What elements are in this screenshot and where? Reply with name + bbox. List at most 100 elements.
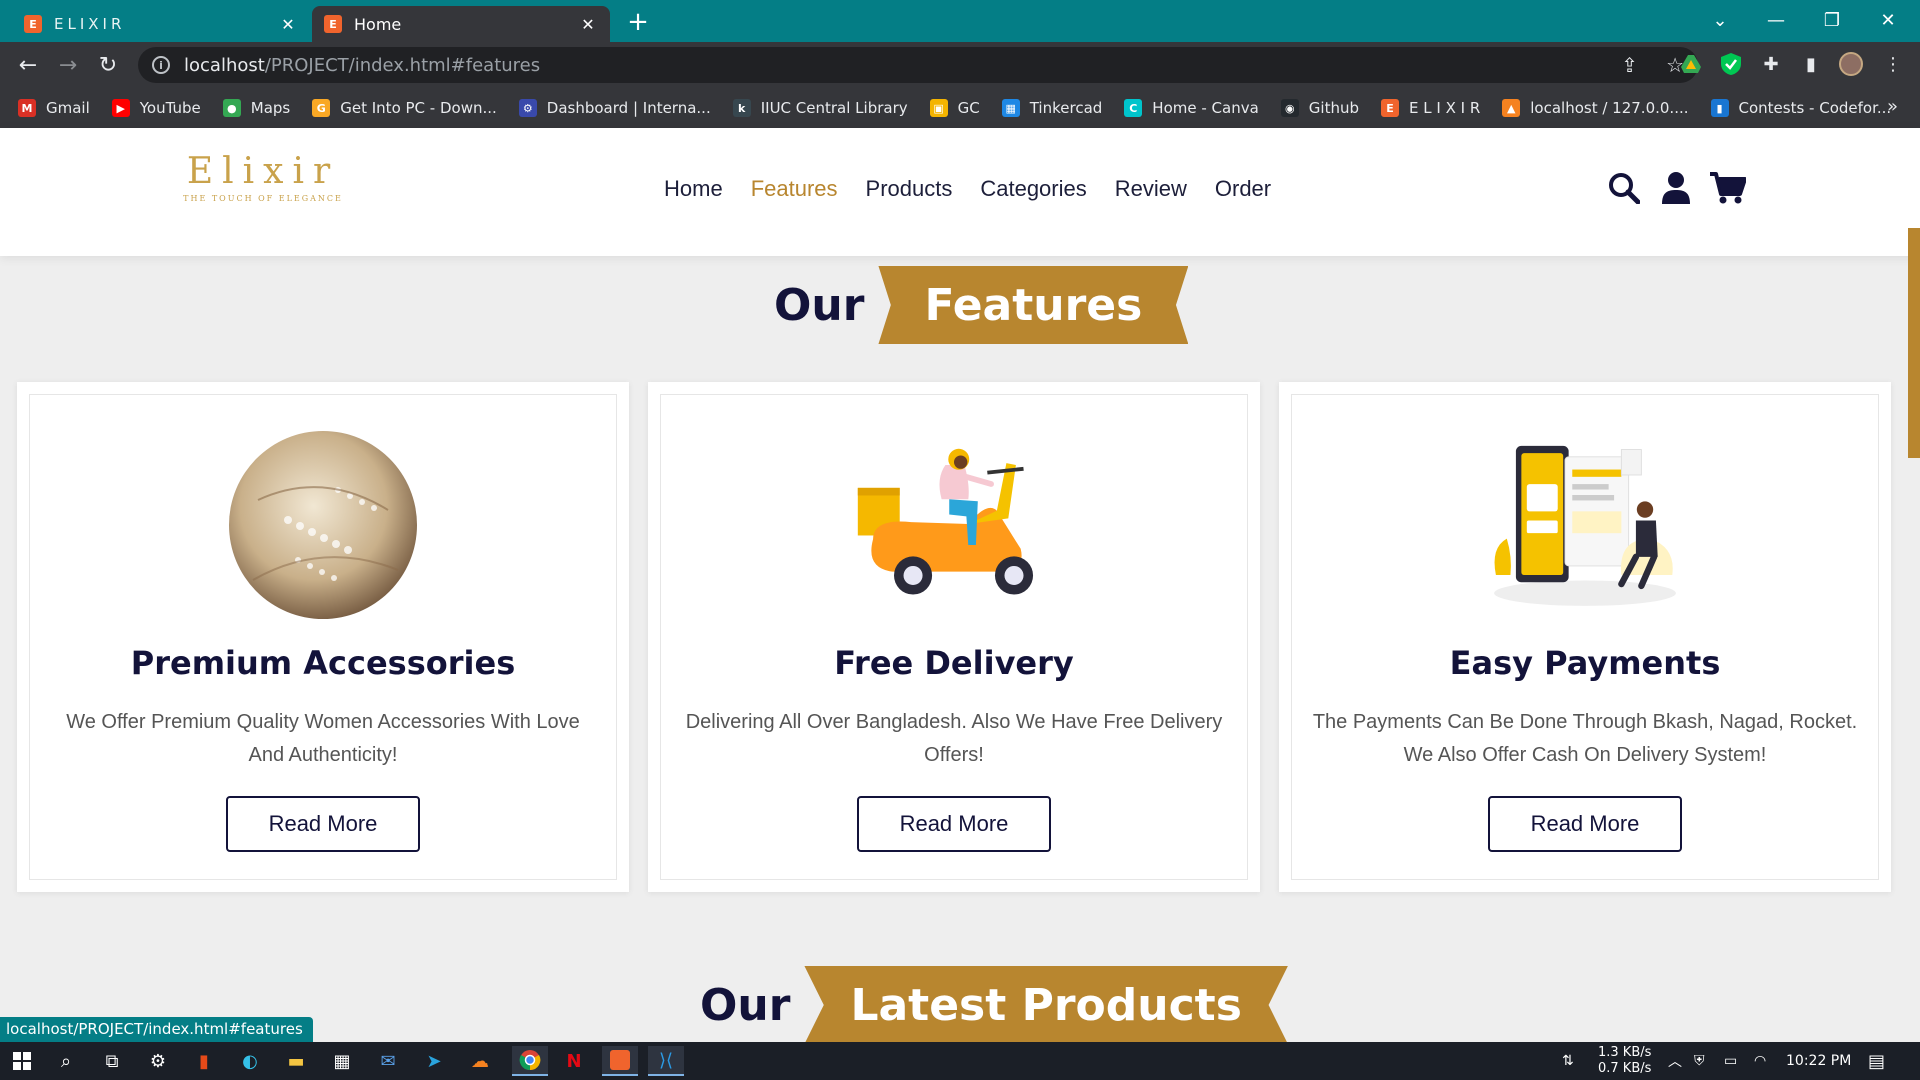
heading-ribbon: Latest Products bbox=[804, 966, 1288, 1044]
bookmark-item[interactable]: ▮ Contests - Codefor... bbox=[1710, 99, 1891, 117]
bookmark-item[interactable]: ▶ YouTube bbox=[111, 99, 201, 117]
bookmark-item[interactable]: ⚙ Dashboard | Interna... bbox=[518, 99, 711, 117]
features-heading: Our Features bbox=[774, 266, 1189, 344]
heading-prefix: Our bbox=[700, 979, 791, 1031]
task-view-icon[interactable]: ⧉ bbox=[94, 1046, 130, 1076]
tinkercad-icon: ▦ bbox=[1001, 99, 1020, 117]
vscode-icon[interactable]: ⟩⟨ bbox=[648, 1046, 684, 1076]
restore-button[interactable]: ❐ bbox=[1804, 0, 1860, 40]
feature-card-accessories: Premium Accessories We Offer Premium Qua… bbox=[17, 382, 629, 892]
netflix-icon[interactable]: N bbox=[556, 1046, 592, 1076]
clock[interactable]: 10:22 PM bbox=[1786, 1042, 1851, 1080]
edge-icon[interactable]: ◐ bbox=[232, 1046, 268, 1076]
bookmark-item[interactable]: ◉ Github bbox=[1280, 99, 1359, 117]
read-more-button[interactable]: Read More bbox=[226, 796, 420, 852]
feature-card-payments: Easy Payments The Payments Can Be Done T… bbox=[1279, 382, 1891, 892]
mail-icon[interactable]: ✉ bbox=[370, 1046, 406, 1076]
feature-card-delivery: Free Delivery Delivering All Over Bangla… bbox=[648, 382, 1260, 892]
card-text: We Offer Premium Quality Women Accessori… bbox=[66, 711, 580, 766]
bookmark-item[interactable]: G Get Into PC - Down... bbox=[312, 99, 497, 117]
site-info-icon[interactable]: i bbox=[152, 56, 170, 74]
card-title: Easy Payments bbox=[1449, 644, 1721, 682]
close-window-button[interactable]: ✕ bbox=[1860, 0, 1916, 40]
side-panel-icon[interactable]: ▮ bbox=[1798, 51, 1824, 77]
wifi-icon[interactable]: ◠ bbox=[1754, 1042, 1766, 1080]
forward-button[interactable]: → bbox=[52, 49, 84, 81]
more-bookmarks-icon[interactable]: » bbox=[1887, 96, 1898, 117]
user-icon[interactable] bbox=[1658, 168, 1694, 208]
read-more-button[interactable]: Read More bbox=[1488, 796, 1682, 852]
header-icons bbox=[1606, 168, 1746, 208]
link-status-bubble: localhost/PROJECT/index.html#features bbox=[0, 1017, 313, 1042]
share-icon[interactable]: ⇪ bbox=[1621, 53, 1638, 77]
bookmark-item[interactable]: M Gmail bbox=[18, 99, 90, 117]
search-icon[interactable]: ⌕ bbox=[48, 1046, 84, 1076]
bookmark-item[interactable]: ▦ Tinkercad bbox=[1001, 99, 1103, 117]
site-logo[interactable]: Elixir THE TOUCH OF ELEGANCE bbox=[180, 150, 346, 222]
url-path: /PROJECT/index.html#features bbox=[264, 54, 541, 76]
read-more-button[interactable]: Read More bbox=[857, 796, 1051, 852]
elixir-icon: E bbox=[1381, 99, 1400, 117]
cloud-icon[interactable]: ☁ bbox=[462, 1046, 498, 1076]
xampp-icon[interactable] bbox=[602, 1046, 638, 1076]
show-hidden-icons[interactable]: ︿ bbox=[1668, 1042, 1682, 1080]
bookmark-label: YouTube bbox=[139, 99, 201, 117]
nav-home[interactable]: Home bbox=[664, 176, 723, 202]
cart-icon[interactable] bbox=[1710, 168, 1746, 208]
bookmark-item[interactable]: C Home - Canva bbox=[1124, 99, 1259, 117]
tab-title: Home bbox=[354, 14, 402, 34]
defender-shield-icon[interactable]: ⛨ bbox=[1694, 1042, 1705, 1080]
battery-icon[interactable]: ▭ bbox=[1724, 1042, 1737, 1080]
heading-prefix: Our bbox=[774, 279, 865, 331]
extensions-puzzle-icon[interactable]: ✚ bbox=[1758, 51, 1784, 77]
close-tab-icon[interactable]: ✕ bbox=[578, 15, 598, 34]
nav-categories[interactable]: Categories bbox=[980, 176, 1086, 202]
office-icon[interactable]: ▮ bbox=[186, 1046, 222, 1076]
bookmark-label: localhost / 127.0.0.... bbox=[1530, 99, 1689, 117]
bookmark-item[interactable]: ▲ localhost / 127.0.0.... bbox=[1502, 99, 1689, 117]
bookmark-item[interactable]: ● Maps bbox=[222, 99, 290, 117]
tab-search-icon[interactable]: ⌄ bbox=[1692, 0, 1748, 40]
bookmark-item[interactable]: ▣ GC bbox=[929, 99, 980, 117]
bookmark-item[interactable]: EE L I X I R bbox=[1381, 99, 1480, 117]
nav-order[interactable]: Order bbox=[1215, 176, 1271, 202]
canva-icon: C bbox=[1124, 99, 1143, 117]
bookmark-item[interactable]: k IIUC Central Library bbox=[732, 99, 908, 117]
settings-gear-icon[interactable]: ⚙ bbox=[140, 1046, 176, 1076]
file-explorer-icon[interactable]: ▬ bbox=[278, 1046, 314, 1076]
nav-products[interactable]: Products bbox=[866, 176, 953, 202]
nav-review[interactable]: Review bbox=[1115, 176, 1187, 202]
address-bar[interactable]: i localhost/PROJECT/index.html#features … bbox=[138, 47, 1698, 83]
bookmarks-bar: M Gmail ▶ YouTube ● Maps G Get Into PC - Down..… bbox=[0, 88, 1920, 128]
accessories-photo bbox=[223, 430, 423, 620]
bookmark-label: Home - Canva bbox=[1152, 99, 1259, 117]
nav-features[interactable]: Features bbox=[751, 176, 838, 202]
telegram-icon[interactable]: ➤ bbox=[416, 1046, 452, 1076]
gmail-icon: M bbox=[18, 99, 36, 117]
store-icon[interactable]: ▦ bbox=[324, 1046, 360, 1076]
reload-button[interactable]: ↻ bbox=[92, 49, 124, 81]
network-speed-icon: ⇅ bbox=[1562, 1053, 1574, 1069]
page-scrollbar-thumb[interactable] bbox=[1908, 228, 1920, 458]
windows-start-icon[interactable] bbox=[4, 1046, 40, 1076]
search-icon[interactable] bbox=[1606, 168, 1642, 208]
tab-elixir[interactable]: E ELIXIR ✕ bbox=[12, 6, 310, 42]
browser-toolbar: ← → ↻ i localhost/PROJECT/index.html#fea… bbox=[0, 42, 1920, 88]
bookmark-label: Tinkercad bbox=[1029, 99, 1103, 117]
new-tab-button[interactable]: + bbox=[622, 6, 654, 38]
logo-tagline: THE TOUCH OF ELEGANCE bbox=[183, 194, 343, 203]
tab-home[interactable]: E Home ✕ bbox=[312, 6, 610, 42]
close-tab-icon[interactable]: ✕ bbox=[278, 15, 298, 34]
extension-shield-icon[interactable] bbox=[1718, 51, 1744, 77]
minimize-button[interactable]: — bbox=[1748, 0, 1804, 40]
library-icon: k bbox=[732, 99, 751, 117]
delivery-scooter-illustration bbox=[854, 430, 1054, 620]
chrome-menu-icon[interactable]: ⋮ bbox=[1880, 51, 1906, 77]
back-button[interactable]: ← bbox=[12, 49, 44, 81]
notifications-icon[interactable]: ▤ bbox=[1868, 1042, 1885, 1080]
extension-drive-icon[interactable] bbox=[1678, 51, 1704, 77]
profile-avatar[interactable] bbox=[1838, 51, 1864, 77]
bookmark-label: Gmail bbox=[46, 99, 90, 117]
site-header: Elixir THE TOUCH OF ELEGANCE Home Featur… bbox=[0, 128, 1920, 256]
chrome-icon[interactable] bbox=[512, 1046, 548, 1076]
